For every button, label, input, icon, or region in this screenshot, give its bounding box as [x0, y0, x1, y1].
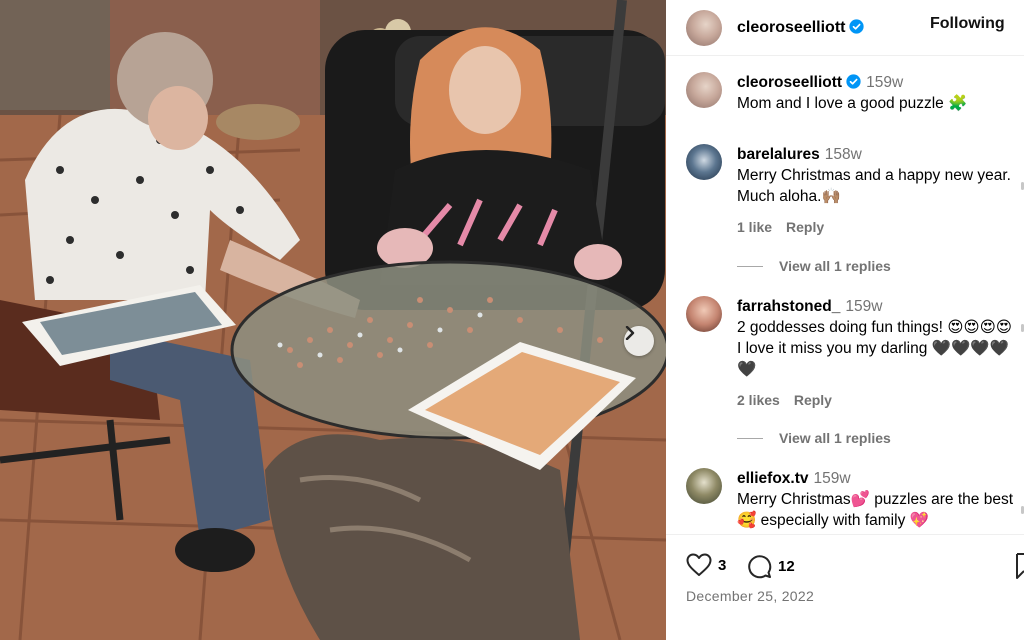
comment-avatar[interactable] [686, 296, 722, 332]
photo-illustration [0, 0, 666, 640]
comment-body: elliefox.tv 159w Merry Christmas💕 puzzles… [737, 468, 1013, 531]
comment-count[interactable]: 12 [778, 558, 795, 575]
comment-body: barelalures 158w Merry Christmas and a ha… [737, 144, 1013, 238]
view-replies-label[interactable]: View all 1 replies [779, 430, 891, 446]
chevron-right-icon [625, 326, 635, 340]
comment-time[interactable]: 158w [825, 146, 862, 163]
replies-divider [737, 437, 763, 439]
reply-button[interactable]: Reply [786, 219, 824, 235]
comment-text: Merry Christmas💕 puzzles are the best 🥰 … [737, 491, 1013, 529]
reply-button[interactable]: Reply [794, 392, 832, 408]
caption-username[interactable]: cleoroseelliott [737, 74, 842, 91]
post-date[interactable]: December 25, 2022 [686, 588, 814, 604]
replies-divider [737, 265, 763, 267]
next-photo-button[interactable] [624, 326, 654, 356]
caption-time[interactable]: 159w [866, 74, 903, 91]
comment-icon [748, 555, 772, 579]
heart-icon [686, 553, 712, 576]
post-side-panel: cleoroseelliott Following cleoroseelliot… [666, 0, 1024, 640]
caption-avatar[interactable] [686, 72, 722, 108]
comments-list: cleoroseelliott 159w Mom and I love a goo… [666, 56, 1024, 534]
post-header: cleoroseelliott Following [666, 0, 1024, 56]
verified-badge-icon [846, 74, 861, 89]
comment-likes[interactable]: 1 like [737, 219, 772, 235]
comment-text: Merry Christmas and a happy new year. Mu… [737, 167, 1011, 205]
comment-meta: 2 likes Reply [737, 390, 1013, 411]
verified-badge-icon [849, 18, 865, 34]
comment-meta: 1 like Reply [737, 217, 1013, 238]
comment-time[interactable]: 159w [814, 470, 851, 487]
view-replies-label[interactable]: View all 1 replies [779, 258, 891, 274]
view-replies-button[interactable]: View all 1 replies [737, 258, 891, 274]
comment-username[interactable]: farrahstoned_ [737, 298, 840, 315]
author-avatar[interactable] [686, 9, 722, 46]
comment-text: 2 goddesses doing fun things! 😍😍😍😍 I lov… [737, 319, 1012, 378]
post-actions: 3 12 December 25, 2022 [666, 534, 1024, 640]
caption-body: cleoroseelliott 159w Mom and I love a goo… [737, 72, 1013, 114]
post-photo [0, 0, 666, 640]
bookmark-icon [1016, 553, 1024, 579]
comment-button[interactable]: 12 [746, 553, 795, 579]
caption-text: Mom and I love a good puzzle 🧩 [737, 95, 968, 112]
view-replies-button[interactable]: View all 1 replies [737, 430, 891, 446]
like-button[interactable]: 3 [686, 553, 726, 577]
like-count[interactable]: 3 [718, 557, 726, 574]
author-username[interactable]: cleoroseelliott [737, 18, 865, 37]
comment-username[interactable]: elliefox.tv [737, 470, 809, 487]
comment-likes[interactable]: 2 likes [737, 392, 780, 408]
following-button[interactable]: Following [930, 15, 1005, 33]
comment-username[interactable]: barelalures [737, 146, 820, 163]
comment-avatar[interactable] [686, 144, 722, 180]
comment-avatar[interactable] [686, 468, 722, 504]
save-button[interactable] [1016, 553, 1024, 584]
comment-body: farrahstoned_ 159w 2 goddesses doing fun … [737, 296, 1013, 411]
comment-time[interactable]: 159w [845, 298, 882, 315]
